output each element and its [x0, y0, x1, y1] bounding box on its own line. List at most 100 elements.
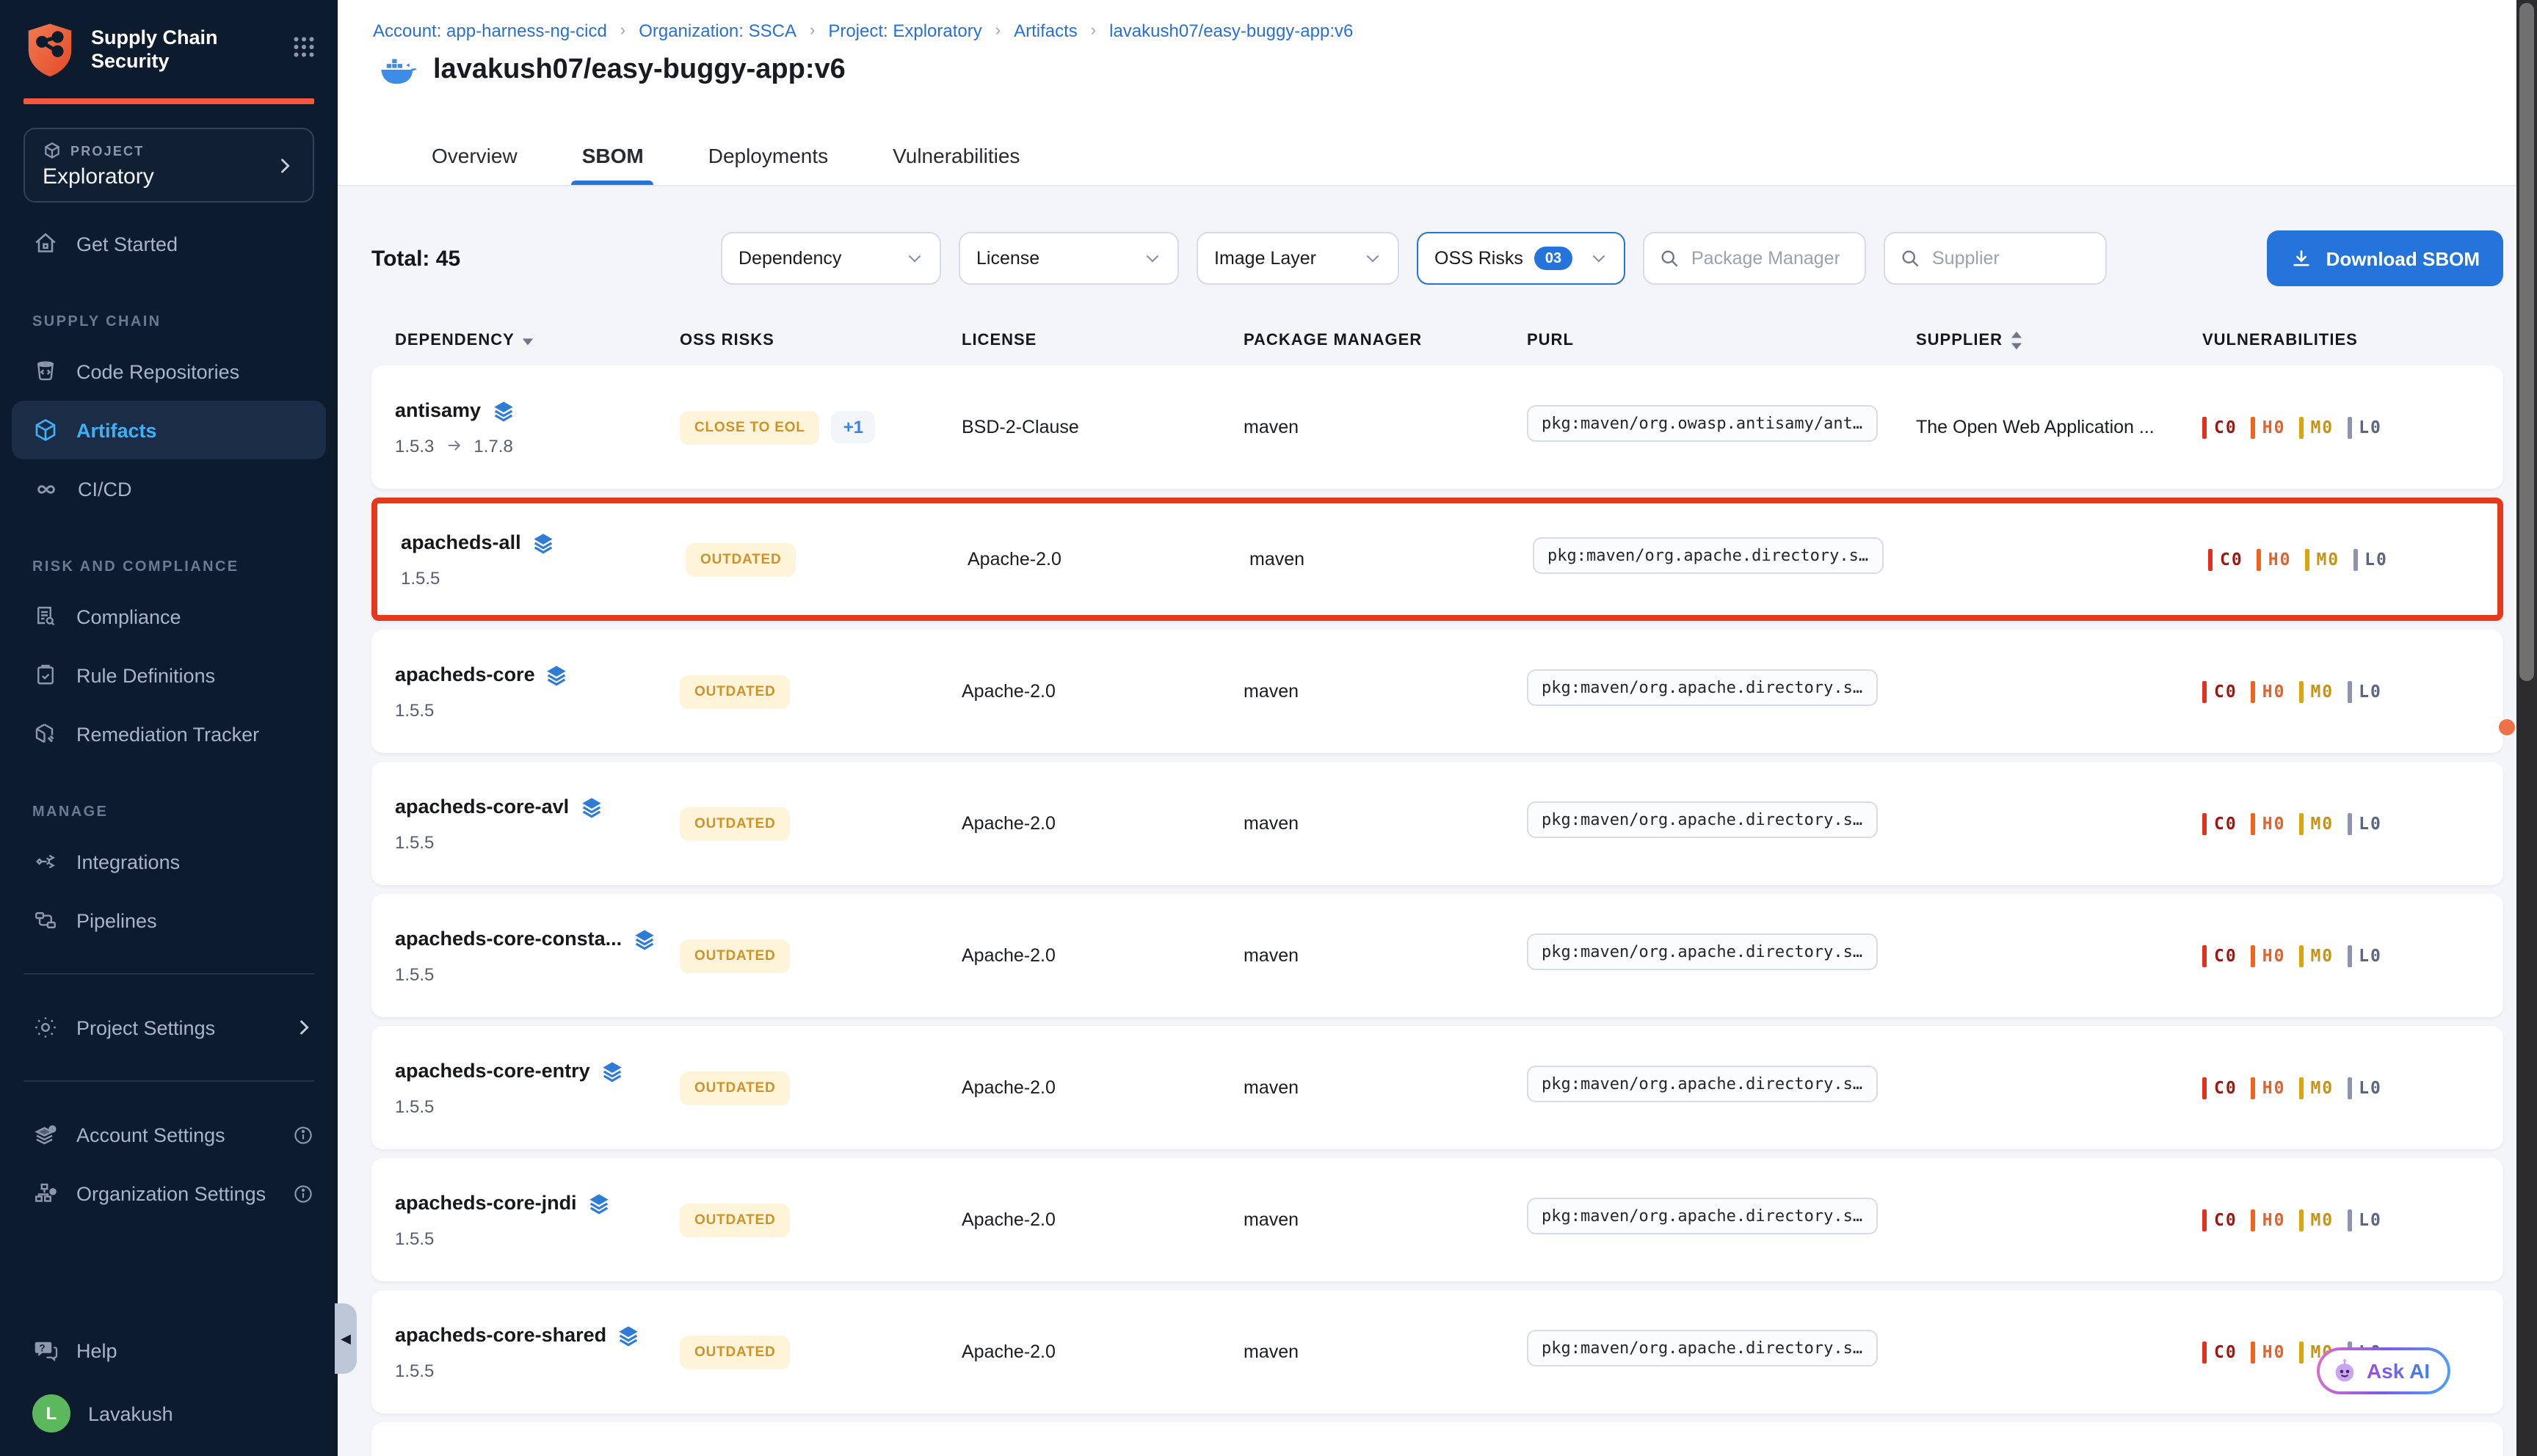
- purl-value[interactable]: pkg:maven/org.apache.directory.s…: [1527, 1198, 1877, 1234]
- sidebar-collapse-handle[interactable]: ◀: [335, 1303, 357, 1374]
- sidebar-divider: [23, 973, 314, 975]
- app-switcher-grid-icon[interactable]: [291, 22, 317, 60]
- breadcrumb-link[interactable]: Organization: SSCA: [639, 21, 796, 41]
- search-input-package-manager[interactable]: Package Manager: [1643, 232, 1866, 285]
- risk-badge-outdated: OUTDATED: [680, 939, 791, 972]
- table-row[interactable]: apacheds-core-entry1.5.5OUTDATEDApache-2…: [371, 1026, 2503, 1149]
- pipelines-icon: [32, 907, 59, 933]
- filter-dropdown-license[interactable]: License: [959, 232, 1179, 285]
- info-icon[interactable]: [292, 1182, 314, 1204]
- severity-bar-critical: [2202, 1077, 2207, 1099]
- purl-value[interactable]: pkg:maven/org.apache.directory.s…: [1527, 1066, 1877, 1102]
- purl-value[interactable]: pkg:maven/org.apache.directory.s…: [1527, 669, 1877, 706]
- version-upgrade: 1.7.8: [473, 435, 512, 456]
- sidebar-item-code-repositories[interactable]: Code Repositories: [0, 342, 338, 401]
- tab-deployments[interactable]: Deployments: [708, 144, 828, 185]
- dependency-cell: apacheds-core1.5.5: [395, 663, 680, 720]
- dependency-name: apacheds-all: [401, 531, 521, 553]
- sidebar-header: Supply Chain Security: [0, 0, 338, 92]
- sidebar-item-help[interactable]: ? Help: [0, 1321, 338, 1380]
- project-selector[interactable]: PROJECT Exploratory: [23, 128, 314, 203]
- sidebar-item-remediation-tracker[interactable]: Remediation Tracker: [0, 705, 338, 763]
- severity-label-count: C0: [2220, 549, 2243, 569]
- dependency-name-row: apacheds-core-entry: [395, 1059, 680, 1082]
- table-row[interactable]: apacheds-all1.5.5OUTDATEDApache-2.0maven…: [371, 498, 2503, 621]
- sort-desc-icon[interactable]: [522, 334, 535, 347]
- severity-bar-medium: [2298, 812, 2303, 834]
- column-header-oss-risks: OSS RISKS: [680, 332, 962, 349]
- sidebar-item-integrations[interactable]: Integrations: [0, 832, 338, 891]
- breadcrumb-link[interactable]: Artifacts: [1014, 21, 1078, 41]
- oss-risks-cell: OUTDATED: [680, 807, 962, 840]
- oss-risks-cell: OUTDATED: [680, 1203, 962, 1237]
- page-scrollbar-thumb[interactable]: [2519, 3, 2534, 681]
- info-icon[interactable]: [292, 1124, 314, 1146]
- dependency-version: 1.5.5: [395, 831, 680, 852]
- purl-value[interactable]: pkg:maven/org.apache.directory.s…: [1527, 801, 1877, 838]
- sidebar-item-artifacts[interactable]: Artifacts: [12, 401, 326, 459]
- severity-label-count: H0: [2262, 417, 2286, 437]
- table-row[interactable]: antisamy1.5.31.7.8CLOSE TO EOL+1BSD-2-Cl…: [371, 365, 2503, 489]
- dependency-name: apacheds-core-consta...: [395, 928, 622, 950]
- filter-dropdown-oss-risks[interactable]: OSS Risks03: [1417, 232, 1625, 285]
- ask-ai-button[interactable]: Ask AI: [2317, 1347, 2450, 1394]
- table-row[interactable]: apacheds-core-consta...1.5.5OUTDATED Apac…: [371, 894, 2503, 1017]
- sidebar-item-compliance[interactable]: Compliance: [0, 587, 338, 646]
- sidebar-item-rule-definitions[interactable]: Rule Definitions: [0, 646, 338, 705]
- severity-bar-critical: [2208, 548, 2213, 570]
- table-row[interactable]: apacheds-core-shared1.5.5OUTDATEDApache-…: [371, 1290, 2503, 1413]
- dependency-version: 1.5.5: [401, 567, 686, 588]
- dependency-name: apacheds-core-jndi: [395, 1192, 577, 1214]
- search-input-supplier[interactable]: Supplier: [1884, 232, 2107, 285]
- layers-icon: [531, 531, 555, 554]
- purl-value[interactable]: pkg:maven/org.apache.directory.s…: [1527, 1330, 1877, 1366]
- purl-value[interactable]: pkg:maven/org.owasp.antisamy/ant…: [1527, 405, 1877, 442]
- tab-sbom[interactable]: SBOM: [582, 144, 644, 185]
- sidebar-item-account-settings[interactable]: Account Settings: [0, 1105, 338, 1164]
- org-gear-icon: [32, 1180, 59, 1206]
- breadcrumb-link[interactable]: Project: Exploratory: [828, 21, 981, 41]
- toolbar: Total: 45 DependencyLicenseImage LayerOS…: [371, 230, 2503, 286]
- page-scrollbar-track[interactable]: [2516, 0, 2537, 1456]
- severity-bar-low: [2347, 680, 2351, 702]
- vuln-count-critical: C0: [2202, 416, 2237, 438]
- tab-overview[interactable]: Overview: [432, 144, 518, 185]
- table-row[interactable]: apacheds-core-avl1.5.5OUTDATEDApache-2.0…: [371, 762, 2503, 885]
- column-header-package-manager: PACKAGE MANAGER: [1244, 332, 1527, 349]
- purl-value[interactable]: pkg:maven/org.apache.directory.s…: [1533, 537, 1883, 574]
- code-repositories-icon: [32, 358, 59, 385]
- version-current: 1.5.5: [395, 831, 434, 852]
- severity-label-count: H0: [2268, 549, 2292, 569]
- table-row[interactable]: apacheds-core-jndi1.5.5OUTDATEDApache-2.…: [371, 1158, 2503, 1281]
- breadcrumb-link[interactable]: lavakush07/easy-buggy-app:v6: [1109, 21, 1353, 41]
- sidebar-item-organization-settings[interactable]: Organization Settings: [0, 1164, 338, 1223]
- severity-bar-critical: [2202, 1209, 2207, 1231]
- column-header-dependency[interactable]: DEPENDENCY: [395, 332, 680, 349]
- sidebar-item-get-started[interactable]: Get Started: [0, 214, 338, 273]
- sidebar-item-ci-cd[interactable]: CI/CD: [0, 459, 338, 518]
- table-row[interactable]: apacheds-core1.5.5OUTDATEDApache-2.0mave…: [371, 630, 2503, 753]
- breadcrumb-link[interactable]: Account: app-harness-ng-cicd: [373, 21, 607, 41]
- download-sbom-button[interactable]: Download SBOM: [2268, 230, 2503, 286]
- user-menu[interactable]: L Lavakush: [0, 1380, 338, 1447]
- purl-cell: pkg:maven/org.apache.directory.s…: [1533, 537, 1922, 581]
- sidebar-item-project-settings[interactable]: Project Settings: [0, 998, 338, 1057]
- severity-bar-critical: [2202, 1341, 2207, 1363]
- severity-label-count: C0: [2214, 1342, 2237, 1362]
- sort-both-icon[interactable]: [2010, 330, 2023, 351]
- page-header: Account: app-harness-ng-cicd›Organizatio…: [338, 0, 2537, 186]
- filter-dropdown-image-layer[interactable]: Image Layer: [1197, 232, 1399, 285]
- dependency-cell: apacheds-core-consta...1.5.5: [395, 927, 680, 984]
- table-row[interactable]: apacheds-interceptor-...1.5.5OUTDATEDApa…: [371, 1422, 2503, 1456]
- vulnerabilities-cell: C0H0M0L0: [2202, 680, 2503, 702]
- layers-icon: [491, 398, 515, 422]
- purl-cell: pkg:maven/org.apache.directory.s…: [1527, 1198, 1916, 1242]
- filter-dropdown-dependency[interactable]: Dependency: [721, 232, 941, 285]
- column-header-supplier[interactable]: SUPPLIER: [1916, 330, 2202, 351]
- license-cell: Apache-2.0: [962, 945, 1244, 966]
- sidebar-nav: Get StartedSUPPLY CHAINCode Repositories…: [0, 214, 338, 1321]
- tab-vulnerabilities[interactable]: Vulnerabilities: [893, 144, 1020, 185]
- purl-value[interactable]: pkg:maven/org.apache.directory.s…: [1527, 933, 1877, 970]
- sidebar-item-pipelines[interactable]: Pipelines: [0, 891, 338, 950]
- severity-bar-high: [2251, 812, 2255, 834]
